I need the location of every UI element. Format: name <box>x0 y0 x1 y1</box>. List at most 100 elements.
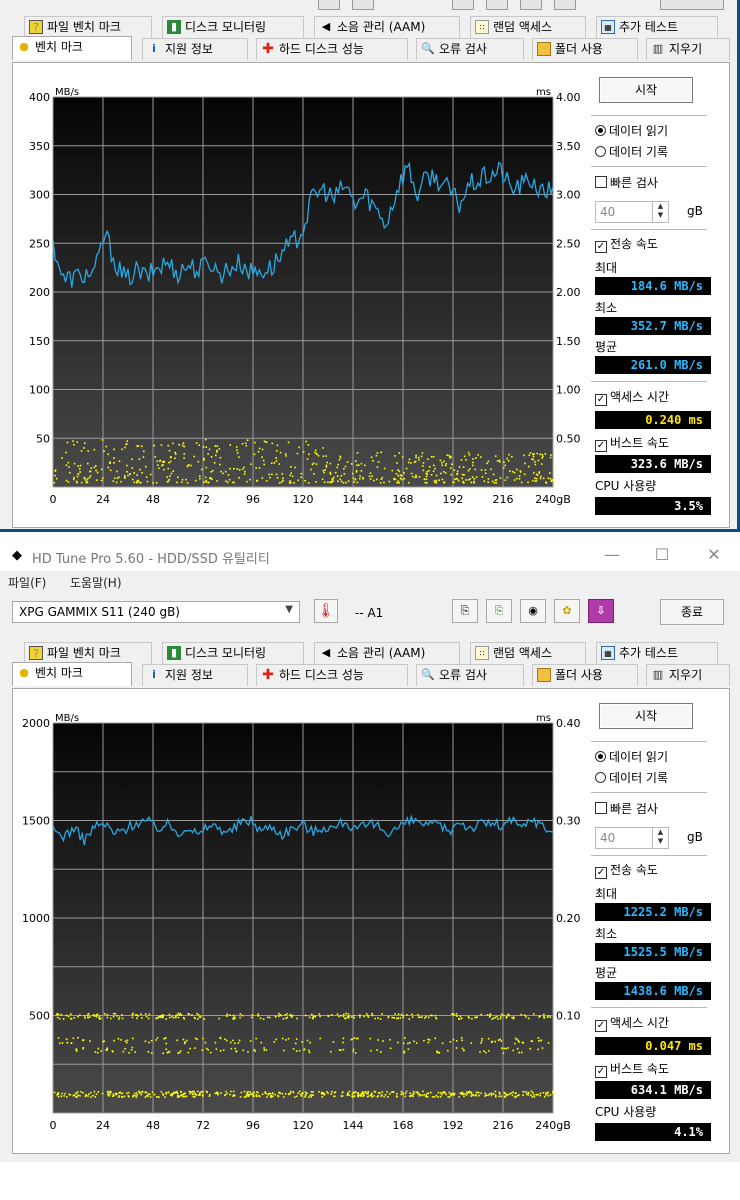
tab-disk-monitor[interactable]: ▮ 디스크 모니터링 <box>162 16 304 38</box>
access-time-point <box>437 1096 439 1098</box>
access-time-point <box>227 474 230 476</box>
tab-error-scan[interactable]: 🔍 오류 검사 <box>416 38 524 60</box>
x-tick-label: 96 <box>246 493 260 506</box>
fast-check-option[interactable]: 빠른 검사 <box>595 175 658 191</box>
tab-hdd-performance[interactable]: ✚ 하드 디스크 성능 <box>256 38 408 60</box>
camera-icon[interactable]: ◉ <box>520 599 546 623</box>
access-time-checkbox[interactable]: ✓ <box>595 394 607 406</box>
access-time-point <box>226 1015 228 1017</box>
access-time-point <box>258 1094 260 1097</box>
radio-write[interactable] <box>595 772 606 783</box>
access-time-point <box>425 472 428 475</box>
access-time-point <box>136 1093 138 1096</box>
fast-check-option[interactable]: 빠른 검사 <box>595 801 658 817</box>
transfer-rate-option[interactable]: ✓ 전송 속도 <box>595 236 658 253</box>
copy-all-icon[interactable]: ⎘ <box>486 599 512 623</box>
tab-erase[interactable]: ▥ 지우기 <box>646 38 730 60</box>
benchmark-chart: MB/s ms 2000 1500 1000 500 0.40 0.30 0.20 0.10 0 24… <box>22 713 581 1132</box>
access-time-point <box>329 462 332 465</box>
copy-info-icon[interactable]: ⎘ <box>452 599 478 623</box>
access-time-point <box>109 461 111 463</box>
radio-write[interactable] <box>595 146 606 157</box>
access-time-point <box>95 1093 98 1095</box>
tab-file-benchmark[interactable]: ? 파일 벤치 마크 <box>24 16 152 38</box>
access-time-point <box>505 1015 508 1018</box>
write-option[interactable]: 데이터 기록 <box>595 770 668 786</box>
access-time-point <box>77 1015 79 1018</box>
tab-folder-usage[interactable]: 폴더 사용 <box>532 38 638 60</box>
download-icon[interactable]: ⇩ <box>588 599 614 623</box>
menu-file[interactable]: 파일(F) <box>8 574 46 591</box>
access-time-option[interactable]: ✓ 액세스 시간 <box>595 1015 669 1032</box>
access-time-point <box>422 1090 424 1093</box>
access-time-point <box>132 1095 134 1098</box>
burst-rate-option[interactable]: ✓ 버스트 속도 <box>595 1061 669 1078</box>
access-time-point <box>498 459 501 462</box>
access-time-point <box>467 451 470 454</box>
read-option[interactable]: 데이터 읽기 <box>595 749 668 765</box>
close-icon[interactable]: ✕ <box>704 545 724 564</box>
access-time-point <box>158 467 160 470</box>
burst-rate-checkbox[interactable]: ✓ <box>595 1066 607 1078</box>
radio-read[interactable] <box>595 751 606 762</box>
access-time-option[interactable]: ✓ 액세스 시간 <box>595 389 669 406</box>
access-time-point <box>541 453 544 456</box>
y-tick-label-right: 2.00 <box>556 286 581 299</box>
start-button[interactable]: 시작 <box>599 703 693 729</box>
tab-random-access[interactable]: ∷ 랜덤 액세스 <box>470 16 586 38</box>
tab-benchmark[interactable]: ● 벤치 마크 <box>12 662 132 686</box>
access-time-point <box>141 445 143 448</box>
maximize-icon[interactable]: ☐ <box>652 545 672 564</box>
fast-check-checkbox[interactable] <box>595 176 607 188</box>
burst-rate-checkbox[interactable]: ✓ <box>595 440 607 452</box>
access-time-point <box>186 465 189 468</box>
exit-button[interactable]: 종료 <box>660 599 724 625</box>
tab-extra-tests[interactable]: ▦ 추가 테스트 <box>596 642 718 664</box>
tab-info[interactable]: i 지원 정보 <box>142 38 248 60</box>
access-time-point <box>202 1094 204 1096</box>
tab-folder-usage[interactable]: 폴더 사용 <box>532 664 638 686</box>
access-time-point <box>460 459 463 461</box>
access-time-point <box>203 457 205 460</box>
tab-info[interactable]: i 지원 정보 <box>142 664 248 686</box>
transfer-rate-checkbox[interactable]: ✓ <box>595 867 607 879</box>
access-time-checkbox[interactable]: ✓ <box>595 1020 607 1032</box>
tab-disk-monitor[interactable]: ▮ 디스크 모니터링 <box>162 642 304 664</box>
x-tick-label: 48 <box>146 493 160 506</box>
access-time-point <box>297 1092 300 1095</box>
block-size-spinner[interactable]: 40 ▲ ▼ <box>595 201 669 223</box>
access-time-point <box>511 1094 514 1097</box>
tab-hdd-performance[interactable]: ✚ 하드 디스크 성능 <box>256 664 408 686</box>
thermometer-icon[interactable]: 🌡 <box>314 599 338 623</box>
transfer-rate-checkbox[interactable]: ✓ <box>595 241 607 253</box>
access-time-point <box>164 1037 167 1039</box>
tab-aam[interactable]: ◀ 소음 관리 (AAM) <box>314 16 460 38</box>
fast-check-checkbox[interactable] <box>595 802 607 814</box>
radio-read[interactable] <box>595 125 606 136</box>
transfer-rate-option[interactable]: ✓ 전송 속도 <box>595 862 658 879</box>
tab-extra-tests[interactable]: ▦ 추가 테스트 <box>596 16 718 38</box>
tab-benchmark[interactable]: ● 벤치 마크 <box>12 36 132 60</box>
block-size-spinner[interactable]: 40 ▲ ▼ <box>595 827 669 849</box>
tab-random-access[interactable]: ∷ 랜덤 액세스 <box>470 642 586 664</box>
options-icon[interactable]: ✿ <box>554 599 580 623</box>
tab-erase[interactable]: ▥ 지우기 <box>646 664 730 686</box>
burst-rate-option[interactable]: ✓ 버스트 속도 <box>595 435 669 452</box>
access-time-point <box>262 1018 265 1020</box>
read-option[interactable]: 데이터 읽기 <box>595 123 668 139</box>
write-option[interactable]: 데이터 기록 <box>595 144 668 160</box>
menu-help[interactable]: 도움말(H) <box>70 574 122 591</box>
y-tick-label-right: 1.00 <box>556 384 581 397</box>
drive-select[interactable]: XPG GAMMIX S11 (240 gB) ▼ <box>12 601 300 623</box>
access-time-point <box>232 1039 234 1042</box>
tab-error-scan[interactable]: 🔍 오류 검사 <box>416 664 524 686</box>
tab-file-benchmark[interactable]: ? 파일 벤치 마크 <box>24 642 152 664</box>
start-button[interactable]: 시작 <box>599 77 693 103</box>
tab-aam[interactable]: ◀ 소음 관리 (AAM) <box>314 642 460 664</box>
minimize-icon[interactable]: — <box>602 545 622 564</box>
access-time-point <box>275 457 277 459</box>
spinner-arrows-icon[interactable]: ▲ ▼ <box>652 828 668 848</box>
spinner-arrows-icon[interactable]: ▲ ▼ <box>652 202 668 222</box>
access-time-point <box>176 1039 178 1042</box>
access-time-point <box>413 1040 415 1043</box>
